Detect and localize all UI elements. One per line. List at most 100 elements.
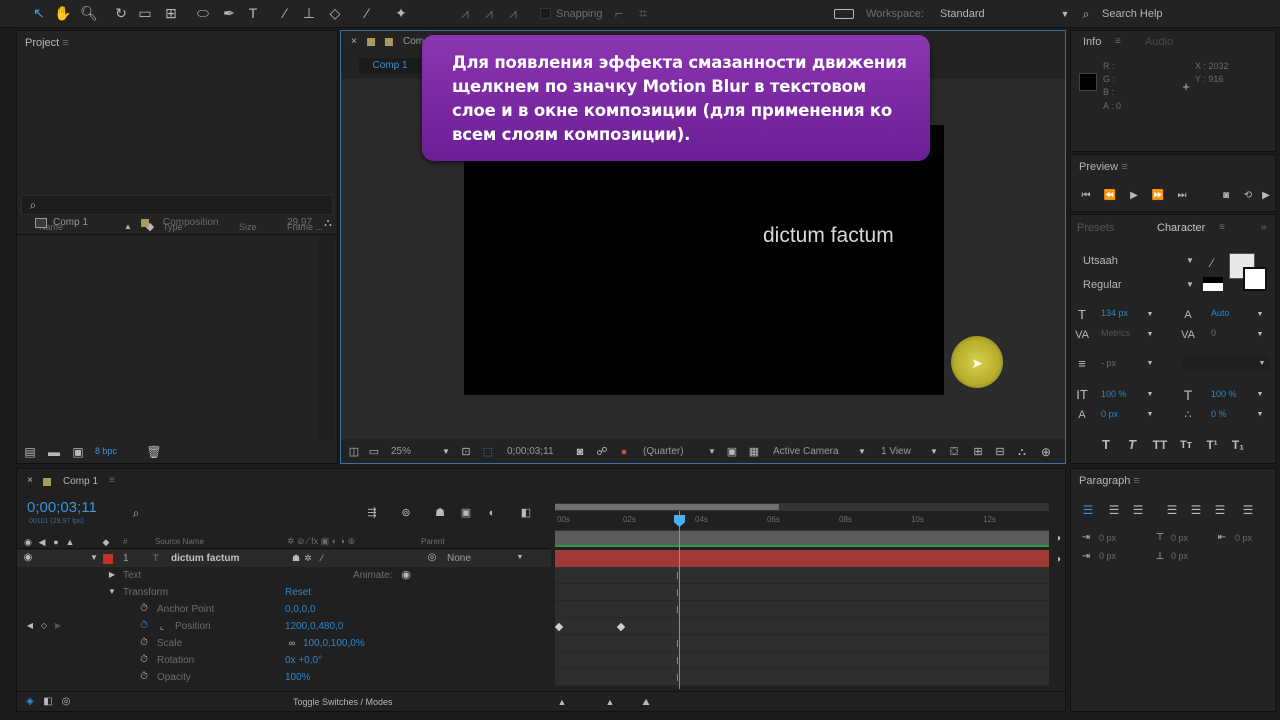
stopwatch-active-icon[interactable]: ⏱ xyxy=(135,618,153,634)
transparency-grid-icon[interactable]: ▦ xyxy=(745,444,763,460)
canvas-text[interactable]: dictum factum xyxy=(763,224,894,248)
eyedropper-icon[interactable]: ⁄ xyxy=(1203,255,1221,271)
work-area-range[interactable] xyxy=(555,504,779,510)
chevron-down-icon[interactable]: ▼ xyxy=(1251,387,1269,403)
last-frame-icon[interactable]: ⏭ xyxy=(1173,188,1191,204)
play-icon[interactable]: ▶ xyxy=(1125,188,1143,204)
chevron-down-icon[interactable]: ▼ xyxy=(1251,307,1269,323)
close-icon[interactable]: × xyxy=(21,473,39,489)
property-transform[interactable]: ▼ Transform Reset xyxy=(17,584,551,601)
tab-info[interactable]: Info xyxy=(1083,31,1101,53)
prop-value[interactable]: 1200,0,480,0 xyxy=(285,618,343,635)
stroke-color-swatch[interactable] xyxy=(1243,267,1267,291)
ram-preview-icon[interactable]: ▶ xyxy=(1257,188,1275,204)
snap-icon[interactable]: ⌐ xyxy=(610,5,628,21)
roto-brush-tool-icon[interactable]: ⁄ xyxy=(358,5,376,21)
workspace-select[interactable]: Standard xyxy=(940,8,985,20)
parent-select[interactable]: None xyxy=(447,550,471,567)
space-before-value[interactable]: 0 px xyxy=(1171,533,1188,543)
exposure-icon[interactable]: ⊕ xyxy=(1037,444,1055,460)
twirl-right-icon[interactable]: ▶ xyxy=(103,567,121,583)
flowchart-icon[interactable]: ⛬ xyxy=(1013,444,1031,460)
search-help-input[interactable]: Search Help xyxy=(1102,8,1163,20)
shy-icon[interactable]: ☗ xyxy=(431,505,449,521)
project-scrollbar[interactable] xyxy=(319,235,335,441)
new-comp-icon[interactable]: ▣ xyxy=(69,444,87,460)
tab-audio[interactable]: Audio xyxy=(1145,31,1173,53)
snapping-checkbox[interactable] xyxy=(540,8,551,19)
kerning-value[interactable]: Metrics xyxy=(1101,328,1130,338)
search-icon[interactable]: ⌕ xyxy=(127,505,145,521)
puppet-tool-icon[interactable]: ✦ xyxy=(392,5,410,21)
chevron-down-icon[interactable]: ▼ xyxy=(1141,327,1159,343)
property-text[interactable]: ▶ Text Animate: ◉ xyxy=(17,567,551,584)
axis-local-icon[interactable]: ⩘ xyxy=(456,5,474,21)
frame-blending-icon[interactable]: ▣ xyxy=(457,505,475,521)
chevron-down-icon[interactable]: ▼ xyxy=(1141,307,1159,323)
constrain-proportions-icon[interactable]: ∞ xyxy=(283,635,301,651)
property-anchor-point[interactable]: ⏱ Anchor Point 0,0,0,0 xyxy=(17,601,551,618)
subscript-icon[interactable]: T₁ xyxy=(1229,437,1247,453)
tracking-value[interactable]: 0 xyxy=(1211,328,1216,338)
rotate-tool-icon[interactable]: ↻ xyxy=(112,5,130,21)
comp-mini-flowchart-icon[interactable]: ⇶ xyxy=(363,505,381,521)
in-out-icon[interactable]: ◎ xyxy=(57,694,75,710)
show-snapshot-icon[interactable]: ☍ xyxy=(593,444,611,460)
col-source-name[interactable]: Source Name xyxy=(155,534,204,549)
trash-icon[interactable]: 🗑︎ xyxy=(145,444,163,460)
project-entry-row[interactable]: Comp 1 Composition 29,97 ⛬ xyxy=(17,214,337,232)
font-style-select[interactable]: Regular xyxy=(1083,279,1122,291)
menu-icon[interactable]: ≡ xyxy=(1219,215,1225,241)
axis-world-icon[interactable]: ⩘ xyxy=(480,5,498,21)
timeline-tab[interactable]: Comp 1 xyxy=(63,476,98,487)
animate-menu-icon[interactable]: ◉ xyxy=(397,567,415,583)
clone-stamp-tool-icon[interactable]: ⊥ xyxy=(300,5,318,21)
pan-behind-tool-icon[interactable]: ⊞ xyxy=(162,5,180,21)
chevron-down-icon[interactable]: ▼ xyxy=(1141,387,1159,403)
chevron-down-icon[interactable]: ▼ xyxy=(1251,327,1269,343)
chevron-down-icon[interactable]: ▼ xyxy=(511,550,529,566)
font-size-value[interactable]: 134 px xyxy=(1101,308,1128,318)
loop-icon[interactable]: ⟲ xyxy=(1239,188,1257,204)
justify-all-icon[interactable]: ☰ xyxy=(1239,502,1257,518)
all-caps-icon[interactable]: TT xyxy=(1151,437,1169,453)
leading-value[interactable]: Auto xyxy=(1211,308,1230,318)
twirl-down-icon[interactable]: ▼ xyxy=(103,584,121,600)
faux-italic-icon[interactable]: T xyxy=(1123,437,1141,453)
tsume-value[interactable]: 0 % xyxy=(1211,409,1227,419)
camera-tool-icon[interactable]: ▭ xyxy=(136,5,154,21)
toggle-switches-modes[interactable]: Toggle Switches / Modes xyxy=(293,692,393,712)
chevron-down-icon[interactable]: ▼ xyxy=(1181,277,1199,293)
layer-label-color[interactable] xyxy=(103,554,113,564)
set-black-white-icon[interactable] xyxy=(1203,277,1223,291)
interpret-footage-icon[interactable]: ▤ xyxy=(21,444,39,460)
comp-tab[interactable]: Comp 1 xyxy=(359,58,421,74)
parent-pickwhip-icon[interactable]: ◎ xyxy=(423,550,441,566)
vertical-scale-value[interactable]: 100 % xyxy=(1101,389,1127,399)
axis-view-icon[interactable]: ⩘ xyxy=(504,5,522,21)
font-family-select[interactable]: Utsaah xyxy=(1083,255,1118,267)
close-icon[interactable]: × xyxy=(345,34,363,50)
stopwatch-icon[interactable]: ⏱ xyxy=(135,635,153,651)
stroke-width-value[interactable]: - px xyxy=(1101,358,1116,368)
always-preview-icon[interactable]: ◫ xyxy=(345,444,363,460)
zoom-tool-icon[interactable]: 🔍︎ xyxy=(80,5,98,21)
layer-row[interactable]: ◉ ▼ 1 T dictum factum ☗ ✲ ⁄ ◎ None ▼ xyxy=(17,550,551,567)
timeline-icon[interactable]: ⊟ xyxy=(991,444,1009,460)
property-rotation[interactable]: ⏱ Rotation 0x +0,0° xyxy=(17,652,551,669)
pen-tool-icon[interactable]: ✒ xyxy=(220,5,238,21)
layer-bar[interactable] xyxy=(555,550,1049,567)
zoom-select[interactable]: 25% xyxy=(391,441,411,463)
next-frame-icon[interactable]: ⏩ xyxy=(1149,188,1167,204)
indent-right-value[interactable]: 0 px xyxy=(1235,533,1252,543)
menu-icon[interactable]: ≡ xyxy=(1115,31,1121,53)
more-panels-icon[interactable]: » xyxy=(1261,215,1267,241)
toggle-pixel-aspect-icon[interactable]: ⛋ xyxy=(945,444,963,460)
menu-icon[interactable]: ≡ xyxy=(109,475,115,486)
chevron-down-icon[interactable]: ▼ xyxy=(703,444,721,460)
snapshot-icon[interactable]: ◙ xyxy=(571,444,589,460)
chevron-down-icon[interactable]: ▼ xyxy=(1141,356,1159,372)
comp-canvas[interactable]: dictum factum xyxy=(464,125,944,395)
timeline-timecode[interactable]: 0;00;03;11 xyxy=(27,499,97,516)
bpc-label[interactable]: 8 bpc xyxy=(95,446,117,456)
